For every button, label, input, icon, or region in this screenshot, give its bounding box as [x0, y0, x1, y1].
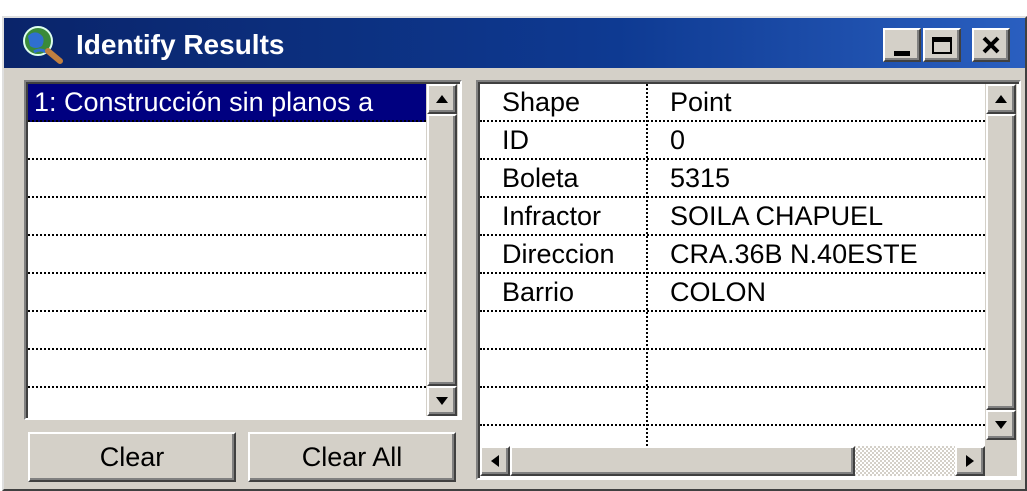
field-name: Shape: [502, 87, 581, 117]
field-value: 0: [670, 125, 686, 155]
field-name: Infractor: [502, 201, 602, 231]
list-item-empty[interactable]: [28, 236, 426, 274]
results-list-box: 1: Construcción sin planos a: [24, 80, 462, 420]
arrow-up-icon: [995, 95, 1007, 103]
results-list-scrollbar[interactable]: [426, 84, 458, 416]
scroll-thumb[interactable]: [986, 114, 1016, 410]
maximize-button[interactable]: [923, 28, 961, 62]
scroll-down-button[interactable]: [986, 410, 1016, 440]
field-name: Direccion: [502, 239, 615, 269]
table-row-empty[interactable]: [480, 350, 985, 388]
field-name: ID: [502, 125, 529, 155]
table-row[interactable]: Shape Point: [480, 84, 985, 122]
clear-all-button-label: Clear All: [301, 441, 403, 472]
field-value: COLON: [670, 277, 767, 307]
minimize-button[interactable]: [883, 28, 921, 62]
minimize-icon: [894, 50, 910, 56]
globe-magnifier-icon: [20, 24, 64, 64]
table-row-empty[interactable]: [480, 312, 985, 350]
field-name: Boleta: [502, 163, 579, 193]
list-item-empty[interactable]: [28, 388, 426, 416]
arrow-right-icon: [966, 455, 974, 467]
arrow-left-icon: [491, 455, 499, 467]
table-row[interactable]: Infractor SOILA CHAPUEL: [480, 198, 985, 236]
table-row[interactable]: Barrio COLON: [480, 274, 985, 312]
attributes-panel: Shape Point ID 0 Boleta 5315 Infractor S…: [476, 80, 1021, 480]
scroll-up-button[interactable]: [427, 84, 457, 114]
list-item-empty[interactable]: [28, 350, 426, 388]
scroll-thumb[interactable]: [510, 446, 855, 476]
scroll-left-button[interactable]: [480, 446, 510, 476]
field-name: Barrio: [502, 277, 575, 307]
close-button[interactable]: [972, 28, 1010, 62]
scroll-up-button[interactable]: [986, 84, 1016, 114]
table-row[interactable]: Direccion CRA.36B N.40ESTE: [480, 236, 985, 274]
clear-button[interactable]: Clear: [28, 432, 236, 482]
table-row-empty[interactable]: [480, 388, 985, 426]
arrow-down-icon: [436, 397, 448, 405]
arrow-up-icon: [436, 95, 448, 103]
field-value: CRA.36B N.40ESTE: [670, 239, 918, 269]
arrow-down-icon: [995, 421, 1007, 429]
clear-button-label: Clear: [99, 441, 165, 472]
attributes-hscrollbar[interactable]: [480, 446, 985, 476]
list-item-empty[interactable]: [28, 198, 426, 236]
list-item-empty[interactable]: [28, 122, 426, 160]
list-item-empty[interactable]: [28, 160, 426, 198]
clear-all-button[interactable]: Clear All: [248, 432, 456, 482]
close-icon: [982, 36, 1000, 54]
scroll-thumb[interactable]: [427, 114, 457, 386]
window-title: Identify Results: [76, 29, 285, 60]
maximize-icon: [932, 36, 952, 54]
scrollbar-corner: [985, 446, 1017, 476]
scroll-right-button[interactable]: [955, 446, 985, 476]
list-item-empty[interactable]: [28, 274, 426, 312]
field-value: Point: [670, 87, 732, 117]
list-item-empty[interactable]: [28, 312, 426, 350]
scroll-down-button[interactable]: [427, 386, 457, 416]
attributes-vscrollbar[interactable]: [985, 84, 1017, 446]
results-list[interactable]: 1: Construcción sin planos a: [28, 84, 426, 416]
table-row[interactable]: Boleta 5315: [480, 160, 985, 198]
list-item-label: 1: Construcción sin planos a: [34, 87, 374, 117]
attributes-table[interactable]: Shape Point ID 0 Boleta 5315 Infractor S…: [480, 84, 985, 446]
field-value: 5315: [670, 163, 731, 193]
table-row[interactable]: ID 0: [480, 122, 985, 160]
list-item[interactable]: 1: Construcción sin planos a: [28, 84, 426, 122]
field-value: SOILA CHAPUEL: [670, 201, 884, 231]
